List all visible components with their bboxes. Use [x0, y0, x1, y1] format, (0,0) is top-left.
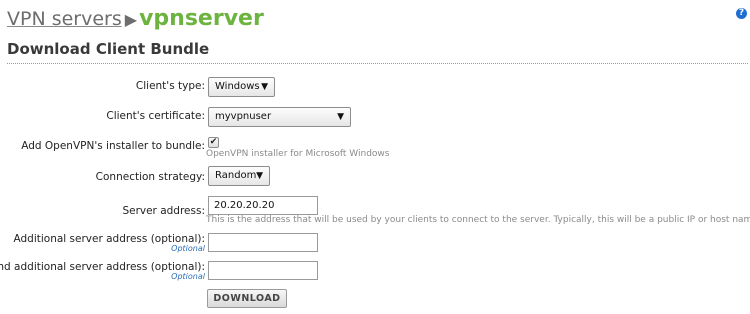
client-certificate-label: Client's certificate:	[106, 110, 205, 122]
server-address-value: 20.20.20.20	[214, 200, 275, 211]
additional-server-address-input[interactable]	[208, 233, 318, 252]
add-installer-label: Add OpenVPN's installer to bundle:	[21, 140, 205, 152]
help-icon[interactable]: ?	[736, 8, 747, 19]
add-installer-help: OpenVPN installer for Microsoft Windows	[206, 149, 390, 159]
second-additional-server-address-optional-hint: Optional	[171, 272, 205, 281]
client-certificate-select[interactable]: myvpnuser ▼	[208, 107, 351, 127]
server-address-input[interactable]: 20.20.20.20	[208, 196, 318, 215]
connection-strategy-select[interactable]: Random ▼	[208, 166, 270, 186]
connection-strategy-value: Random	[215, 170, 257, 181]
breadcrumb-separator-icon: ▶	[124, 10, 138, 29]
add-installer-checkbox[interactable]: ✔	[208, 137, 219, 148]
chevron-down-icon: ▼	[261, 82, 268, 92]
connection-strategy-label: Connection strategy:	[95, 171, 205, 183]
second-additional-server-address-input[interactable]	[208, 261, 318, 280]
server-address-help: This is the address that will be used by…	[206, 215, 750, 225]
client-type-value: Windows	[215, 81, 260, 92]
chevron-down-icon: ▼	[337, 112, 344, 122]
checkmark-icon: ✔	[209, 137, 218, 147]
title-divider	[7, 63, 748, 64]
breadcrumb-current: vpnserver	[139, 6, 264, 31]
download-button[interactable]: DOWNLOAD	[207, 289, 287, 308]
client-certificate-value: myvpnuser	[215, 111, 272, 122]
client-type-label: Client's type:	[135, 80, 205, 92]
breadcrumb: VPN servers ▶ vpnserver	[7, 6, 264, 34]
page-title: Download Client Bundle	[7, 40, 210, 58]
additional-server-address-optional-hint: Optional	[171, 244, 205, 253]
chevron-down-icon: ▼	[256, 171, 263, 181]
breadcrumb-vpn-servers-link[interactable]: VPN servers	[7, 8, 122, 30]
server-address-label: Server address:	[122, 205, 205, 217]
client-type-select[interactable]: Windows ▼	[208, 77, 275, 97]
